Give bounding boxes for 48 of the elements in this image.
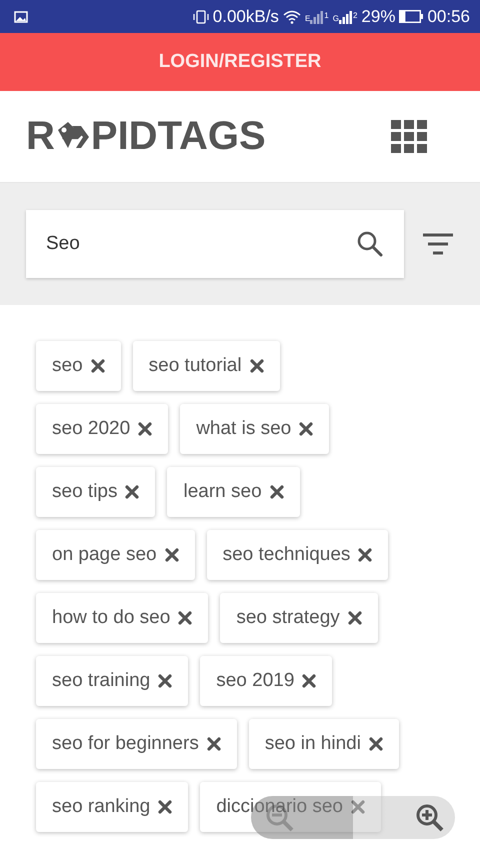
battery-icon — [399, 10, 422, 23]
remove-icon[interactable] — [178, 611, 192, 625]
search-field[interactable]: Seo — [26, 210, 404, 278]
sim-slot: 2 — [352, 10, 358, 20]
remove-icon[interactable] — [158, 674, 172, 688]
tag-chip[interactable]: seo training — [36, 656, 188, 706]
tag-chip[interactable]: on page seo — [36, 530, 195, 580]
remove-icon[interactable] — [358, 548, 372, 562]
network-type: G — [332, 14, 339, 22]
wifi-icon — [282, 10, 301, 24]
tag-chip[interactable]: seo in hindi — [248, 719, 399, 769]
remove-icon[interactable] — [138, 422, 152, 436]
logo: R PIDTAGS — [26, 114, 266, 159]
tag-chip[interactable]: seo tutorial — [132, 341, 280, 391]
tag-chip[interactable]: seo 2019 — [200, 656, 332, 706]
tag-chip[interactable]: seo techniques — [206, 530, 388, 580]
tag-chip[interactable]: how to do seo — [36, 593, 208, 643]
remove-icon[interactable] — [90, 359, 105, 373]
remove-icon[interactable] — [270, 485, 284, 499]
image-icon — [14, 10, 28, 22]
filter-icon[interactable] — [423, 233, 453, 255]
tag-chip[interactable]: seo tips — [36, 467, 156, 517]
remove-icon[interactable] — [164, 548, 179, 562]
remove-icon[interactable] — [302, 674, 316, 688]
remove-icon[interactable] — [158, 800, 172, 814]
tag-chip[interactable]: seo strategy — [220, 593, 378, 643]
clock: 00:56 — [427, 6, 470, 26]
tag-chip[interactable]: what is seo — [180, 404, 330, 454]
remove-icon[interactable] — [348, 611, 362, 625]
remove-icon[interactable] — [350, 800, 365, 814]
remove-icon[interactable] — [299, 422, 314, 436]
tag-chip[interactable]: learn seo — [167, 467, 300, 517]
tag-chip[interactable]: seo — [36, 341, 121, 391]
remove-icon[interactable] — [250, 359, 264, 373]
zoom-in-icon[interactable] — [415, 802, 445, 832]
battery-percent: 29% — [361, 6, 396, 26]
remove-icon[interactable] — [206, 737, 221, 751]
network-speed: 0.00kB/s — [212, 6, 279, 26]
sim-slot: 1 — [324, 10, 329, 20]
vibrate-icon — [192, 10, 209, 24]
tag-chip[interactable]: seo ranking — [36, 782, 188, 832]
remove-icon[interactable] — [125, 485, 140, 499]
network-type: E — [304, 14, 310, 22]
grid-menu-icon[interactable] — [391, 118, 427, 154]
search-icon[interactable] — [356, 230, 384, 258]
tag-chip[interactable]: seo for beginners — [36, 719, 237, 769]
remove-icon[interactable] — [368, 737, 383, 751]
tag-chip[interactable]: seo 2020 — [36, 404, 168, 454]
